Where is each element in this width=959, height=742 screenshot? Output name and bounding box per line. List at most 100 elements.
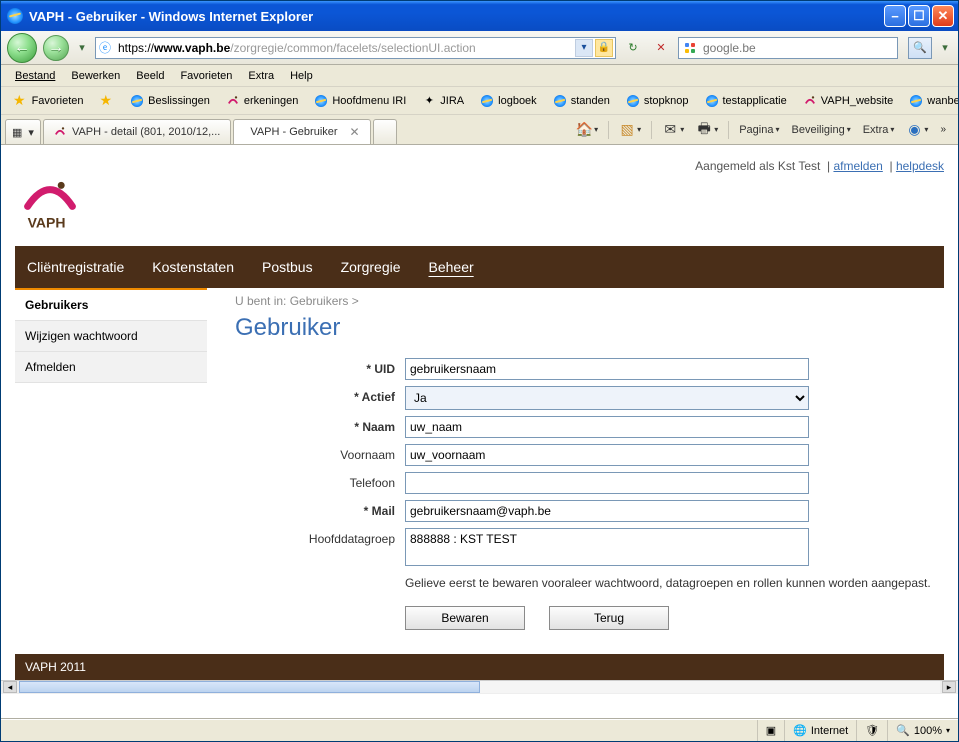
- link-standen[interactable]: standen: [547, 92, 616, 110]
- nav-postbus[interactable]: Postbus: [262, 259, 313, 275]
- vaph-icon: [54, 126, 66, 138]
- horizontal-scrollbar[interactable]: ◂ ▸: [1, 680, 958, 694]
- link-stopknop[interactable]: stopknop: [620, 92, 695, 110]
- label-voornaam: Voornaam: [235, 444, 405, 462]
- link-vaph-website[interactable]: VAPH_website: [797, 92, 900, 110]
- form-note: Gelieve eerst te bewaren vooraleer wacht…: [405, 575, 944, 592]
- favorites-button[interactable]: ★ Favorieten: [7, 90, 90, 111]
- tab-detail[interactable]: VAPH - detail (801, 2010/12,...: [43, 119, 231, 144]
- scroll-left-icon[interactable]: ◂: [3, 681, 17, 693]
- back-button-form[interactable]: Terug: [549, 606, 669, 630]
- sidebar-item-wijzigen-wachtwoord[interactable]: Wijzigen wachtwoord: [15, 321, 207, 352]
- vaph-logo: VAPH: [15, 177, 944, 236]
- maximize-button[interactable]: ☐: [908, 5, 930, 27]
- menu-extra[interactable]: Extra: [240, 68, 282, 84]
- search-button[interactable]: 🔍: [908, 37, 932, 59]
- label-telefoon: Telefoon: [235, 472, 405, 490]
- command-bar: 🏠▾ ▧▾ ✉▾ 🖶▾ Pagina ▾ Beveiliging ▾ Extra…: [572, 115, 954, 144]
- logout-link[interactable]: afmelden: [833, 159, 882, 173]
- page-footer: VAPH 2011: [15, 654, 944, 680]
- tab-label: VAPH - detail (801, 2010/12,...: [72, 126, 220, 138]
- link-jira[interactable]: ✦JIRA: [416, 92, 470, 110]
- address-text: https://www.vaph.be/zorgregie/common/fac…: [114, 41, 575, 55]
- feeds-button[interactable]: ▧▾: [615, 120, 645, 140]
- label-uid: * UID: [235, 358, 405, 376]
- tab-label: VAPH - Gebruiker: [250, 126, 337, 138]
- lock-icon[interactable]: 🔒: [595, 39, 613, 57]
- naam-field[interactable]: [405, 416, 809, 438]
- save-button[interactable]: Bewaren: [405, 606, 525, 630]
- star-icon: ★: [13, 92, 26, 109]
- help-button[interactable]: ◉▾: [902, 120, 932, 140]
- scroll-right-icon[interactable]: ▸: [942, 681, 956, 693]
- menu-help[interactable]: Help: [282, 68, 321, 84]
- link-testapplicatie[interactable]: testapplicatie: [699, 92, 793, 110]
- actief-select[interactable]: Ja: [405, 386, 809, 410]
- navbar: ← → ▾ ⓔ https://www.vaph.be/zorgregie/co…: [1, 31, 958, 65]
- uid-field[interactable]: [405, 358, 809, 380]
- page-title: Gebruiker: [235, 314, 944, 342]
- nav-kostenstaten[interactable]: Kostenstaten: [152, 259, 234, 275]
- status-message: [1, 720, 757, 741]
- status-zone[interactable]: 🌐 Internet: [784, 720, 856, 741]
- address-dropdown-icon[interactable]: ▾: [575, 39, 593, 57]
- extra-menu[interactable]: Extra ▾: [859, 122, 899, 138]
- address-bar[interactable]: ⓔ https://www.vaph.be/zorgregie/common/f…: [95, 37, 616, 59]
- cmd-overflow[interactable]: »: [936, 124, 950, 135]
- globe-icon: 🌐: [793, 724, 807, 737]
- voornaam-field[interactable]: [405, 444, 809, 466]
- nav-beheer[interactable]: Beheer: [429, 259, 474, 275]
- protected-mode-icon[interactable]: 🛡: [856, 720, 887, 741]
- menu-favorieten[interactable]: Favorieten: [172, 68, 240, 84]
- sidebar-item-afmelden[interactable]: Afmelden: [15, 352, 207, 383]
- print-button[interactable]: 🖶▾: [692, 120, 722, 140]
- mail-field[interactable]: [405, 500, 809, 522]
- helpdesk-link[interactable]: helpdesk: [896, 159, 944, 173]
- minimize-button[interactable]: −: [884, 5, 906, 27]
- window-close-button[interactable]: ✕: [932, 5, 954, 27]
- page-menu[interactable]: Pagina ▾: [735, 122, 783, 138]
- nav-zorgregie[interactable]: Zorgregie: [341, 259, 401, 275]
- status-popup-icon[interactable]: ▣: [757, 720, 784, 741]
- telefoon-field[interactable]: [405, 472, 809, 494]
- link-logboek[interactable]: logboek: [474, 92, 543, 110]
- nav-history-dropdown[interactable]: ▾: [75, 37, 89, 59]
- home-button[interactable]: 🏠▾: [572, 120, 602, 140]
- refresh-button[interactable]: ↻: [622, 37, 644, 59]
- security-menu[interactable]: Beveiliging ▾: [788, 122, 855, 138]
- label-mail: * Mail: [235, 500, 405, 518]
- close-icon[interactable]: ✕: [350, 125, 360, 139]
- zoom-icon: 🔍: [896, 724, 910, 737]
- link-hoofdmenu-iri[interactable]: Hoofdmenu IRI: [308, 92, 412, 110]
- hoofddatagroep-field[interactable]: [405, 528, 809, 566]
- scroll-thumb[interactable]: [19, 681, 480, 693]
- back-button[interactable]: ←: [7, 33, 37, 63]
- menu-bestand[interactable]: Bestand: [7, 68, 63, 84]
- vaph-icon: [226, 94, 240, 108]
- breadcrumb: U bent in: Gebruikers >: [235, 294, 944, 308]
- search-dropdown[interactable]: ▾: [938, 37, 952, 59]
- link-wanbetalers[interactable]: wanbetalers: [903, 92, 958, 110]
- tabstrip: ▦ ▾ VAPH - detail (801, 2010/12,... VAPH…: [1, 115, 958, 145]
- link-add-folder[interactable]: ★: [94, 90, 121, 111]
- link-erkeningen[interactable]: erkeningen: [220, 92, 304, 110]
- quick-tabs-button[interactable]: ▦ ▾: [5, 119, 41, 144]
- stop-button[interactable]: ✕: [650, 37, 672, 59]
- zoom-control[interactable]: 🔍 100% ▾: [887, 720, 958, 741]
- tab-gebruiker[interactable]: VAPH - Gebruiker ✕: [233, 119, 370, 144]
- menu-beeld[interactable]: Beeld: [128, 68, 172, 84]
- link-beslissingen[interactable]: Beslissingen: [124, 92, 216, 110]
- new-tab-button[interactable]: [373, 119, 397, 144]
- print-icon: 🖶: [696, 122, 712, 138]
- sidebar-item-gebruikers[interactable]: Gebruikers: [15, 288, 207, 321]
- nav-clientregistratie[interactable]: Cliëntregistratie: [27, 259, 124, 275]
- mail-icon: ✉: [662, 122, 678, 138]
- session-info: Aangemeld als Kst Test | afmelden | help…: [15, 159, 944, 173]
- forward-button[interactable]: →: [43, 35, 69, 61]
- search-box[interactable]: [678, 37, 898, 59]
- links-bar: ★ Favorieten ★ Beslissingen erkeningen H…: [1, 87, 958, 115]
- mail-button[interactable]: ✉▾: [658, 120, 688, 140]
- menu-bewerken[interactable]: Bewerken: [63, 68, 128, 84]
- label-naam: * Naam: [235, 416, 405, 434]
- search-input[interactable]: [701, 40, 897, 56]
